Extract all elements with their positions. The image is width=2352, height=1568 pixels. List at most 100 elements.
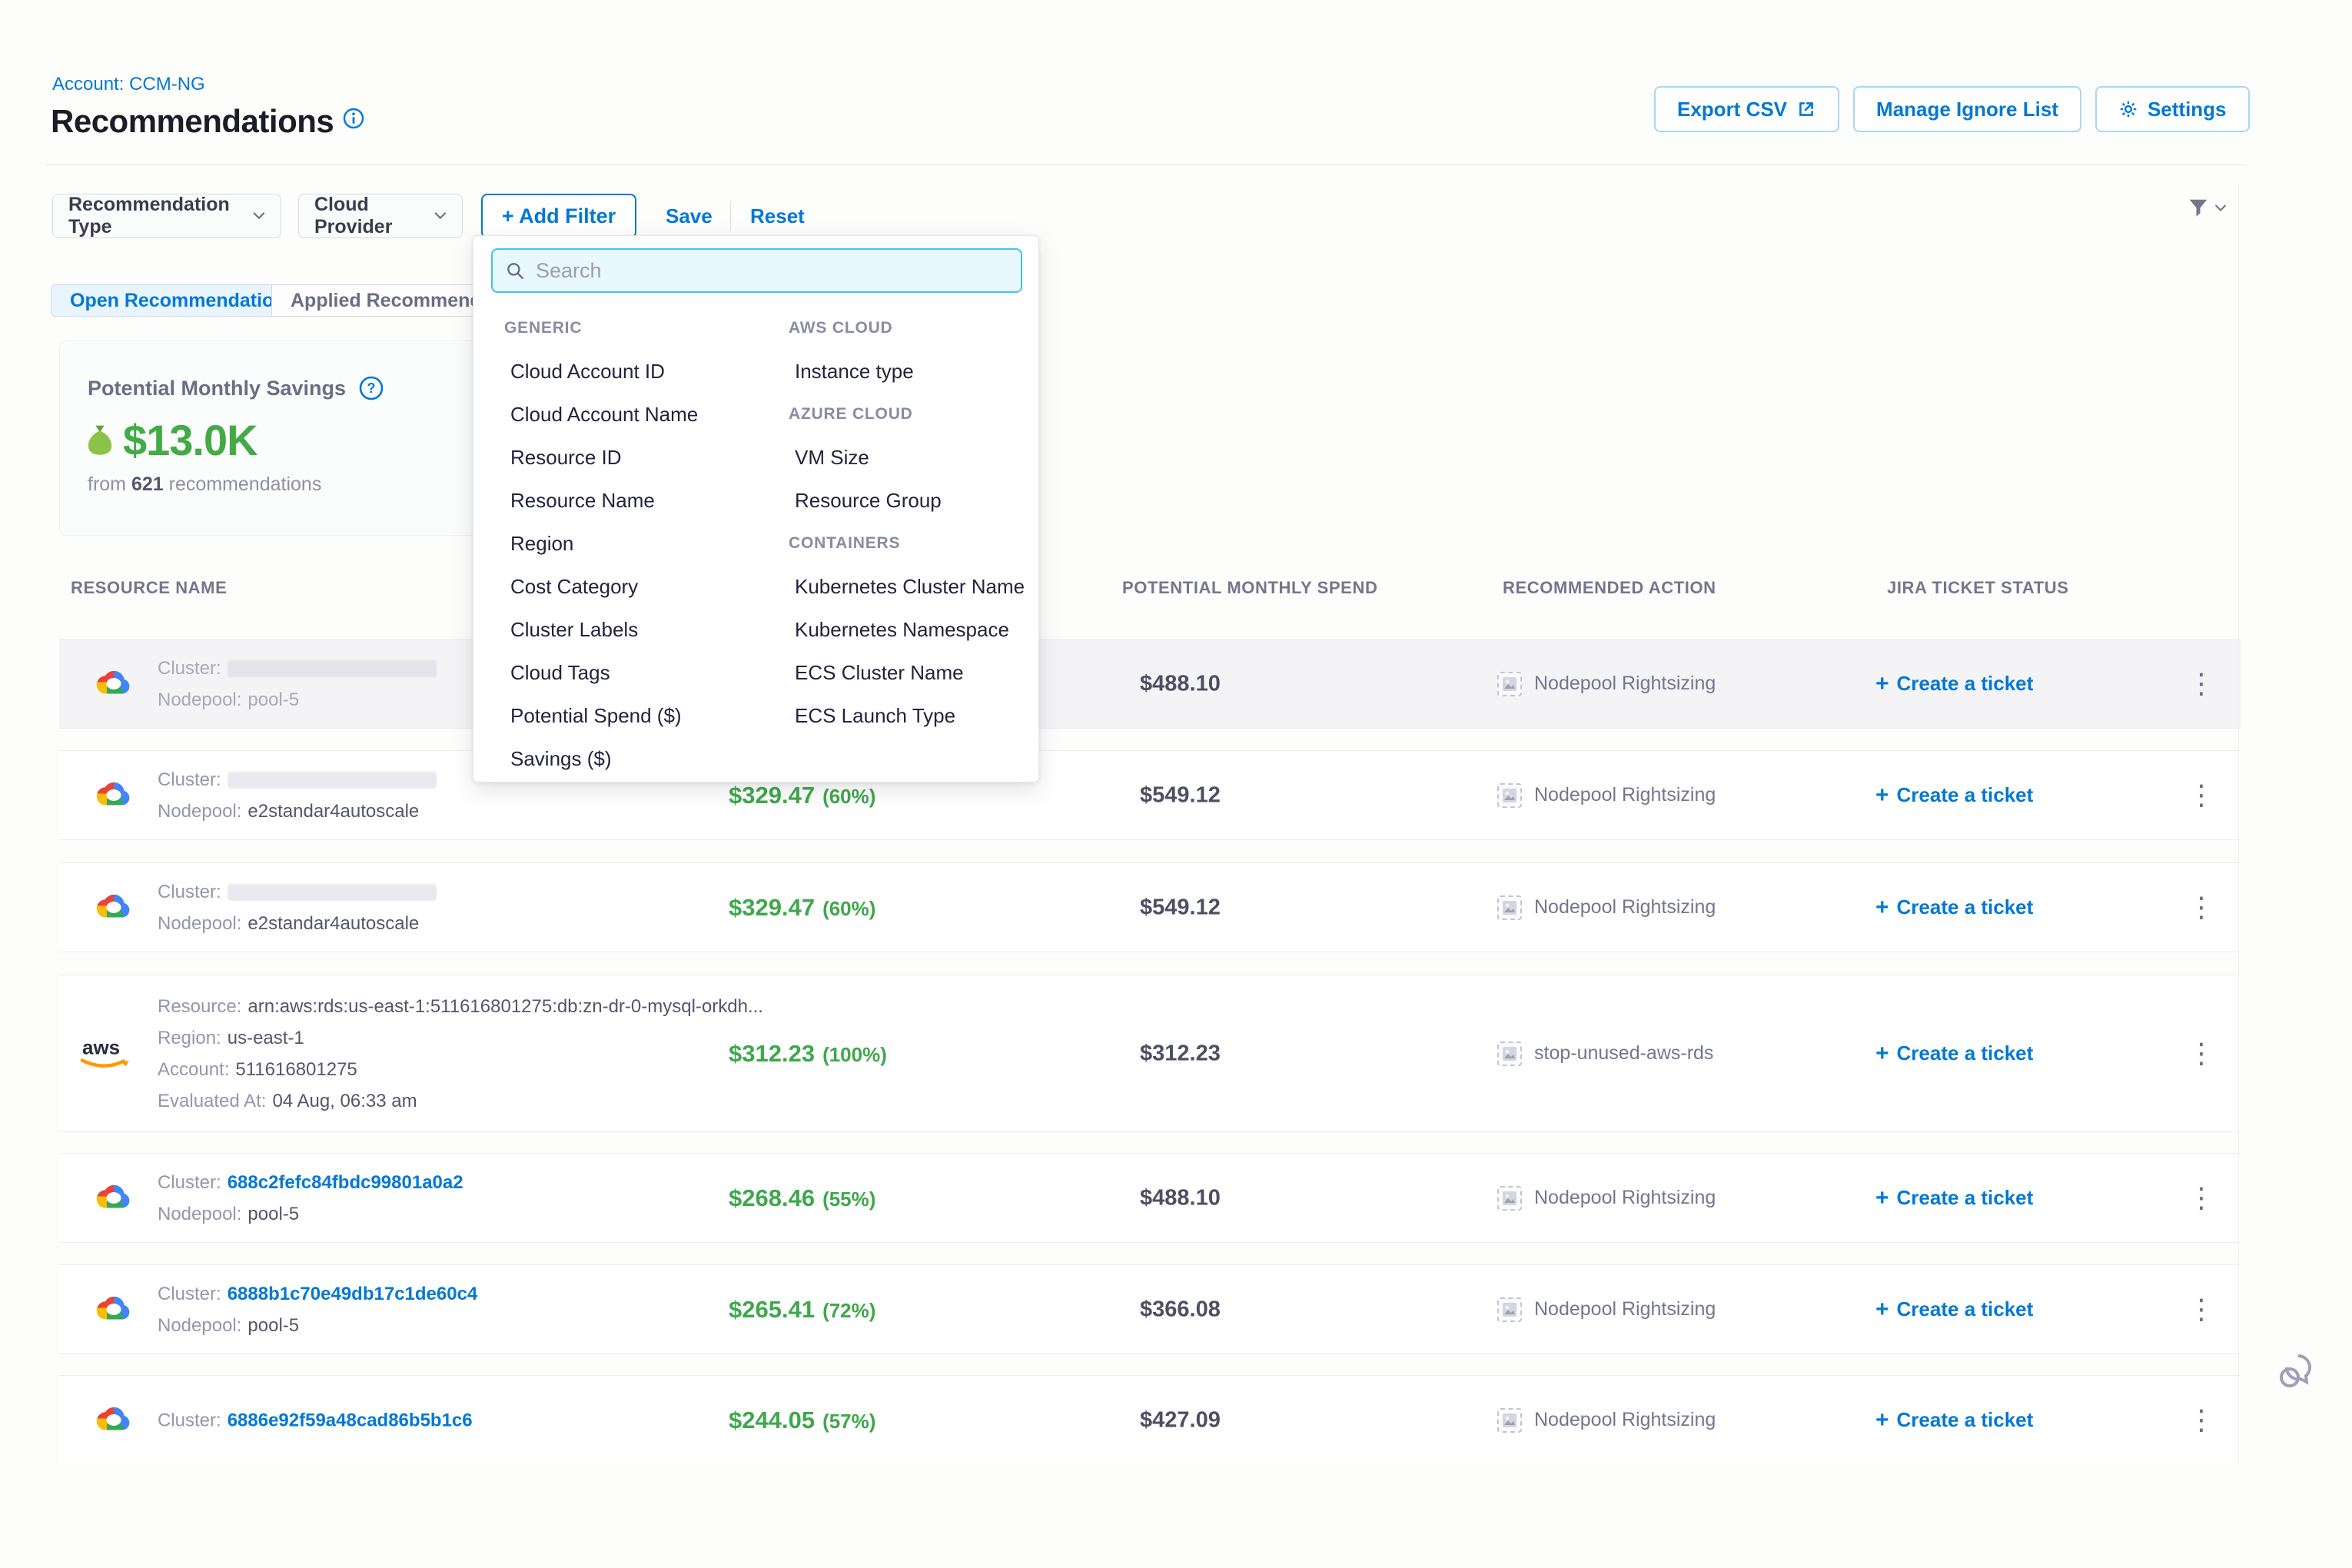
dropdown-search[interactable] bbox=[491, 248, 1022, 293]
table-row: Cluster: 6886e92f59a48cad86b5b1c6 $244.05… bbox=[59, 1375, 2241, 1464]
dropdown-filter-option[interactable]: Cloud Account Name bbox=[504, 403, 698, 427]
resource-name-cell: Cluster:Nodepool:e2standar4autoscale bbox=[158, 764, 437, 827]
create-ticket-link[interactable]: + Create a ticket bbox=[1875, 1185, 2033, 1211]
info-icon[interactable] bbox=[343, 108, 364, 129]
recommended-action-cell: Nodepool Rightsizing bbox=[1497, 1186, 1716, 1211]
search-input[interactable] bbox=[536, 259, 1008, 283]
dropdown-filter-option[interactable]: Cloud Tags bbox=[504, 661, 610, 685]
row-menu-icon[interactable]: ⋮ bbox=[2188, 1038, 2215, 1069]
monthly-savings-value: $265.41(72%) bbox=[729, 1296, 875, 1324]
action-source-icon bbox=[1497, 672, 1522, 696]
monthly-savings-value: $244.05(57%) bbox=[729, 1407, 875, 1434]
monthly-spend-value: $488.10 bbox=[1140, 671, 1221, 696]
resource-line-value: e2standar4autoscale bbox=[247, 913, 419, 934]
manage-ignore-list-button[interactable]: Manage Ignore List bbox=[1853, 86, 2081, 132]
dropdown-filter-option[interactable]: Kubernetes Namespace bbox=[789, 618, 1009, 642]
create-ticket-link[interactable]: + Create a ticket bbox=[1875, 1041, 2033, 1067]
savings-card-title: Potential Monthly Savings bbox=[88, 377, 346, 400]
support-chat-icon[interactable] bbox=[2274, 1345, 2323, 1398]
resource-line-label: Account: bbox=[158, 1059, 229, 1080]
row-menu-icon[interactable]: ⋮ bbox=[2188, 779, 2215, 811]
recommendation-type-filter[interactable]: Recommendation Type bbox=[52, 194, 281, 238]
redacted-value bbox=[228, 884, 437, 901]
dropdown-filter-option[interactable]: Resource ID bbox=[504, 446, 622, 470]
reset-filter-button[interactable]: Reset bbox=[750, 194, 805, 238]
dropdown-filter-option[interactable]: Instance type bbox=[789, 360, 914, 384]
dropdown-filter-option[interactable]: Resource Group bbox=[789, 489, 942, 513]
filter-panel-toggle[interactable] bbox=[2187, 197, 2227, 220]
settings-button[interactable]: Settings bbox=[2095, 86, 2250, 132]
recommended-action-cell: Nodepool Rightsizing bbox=[1497, 895, 1716, 920]
resource-line-label: Cluster: bbox=[158, 1410, 221, 1430]
row-menu-icon[interactable]: ⋮ bbox=[2188, 668, 2215, 699]
table-row: Cluster:Nodepool:e2standar4autoscale $32… bbox=[59, 750, 2241, 840]
resource-line-label: Nodepool: bbox=[158, 1315, 241, 1336]
help-icon[interactable]: ? bbox=[358, 375, 384, 401]
resource-line-value: pool-5 bbox=[247, 1315, 299, 1336]
create-ticket-link[interactable]: + Create a ticket bbox=[1875, 895, 2033, 921]
chevron-down-icon bbox=[253, 211, 265, 221]
dropdown-filter-option[interactable]: Potential Spend ($) bbox=[504, 704, 682, 728]
savings-amount: $13.0K bbox=[123, 415, 257, 465]
action-source-icon bbox=[1497, 1297, 1522, 1322]
recommended-action-cell: Nodepool Rightsizing bbox=[1497, 672, 1716, 696]
action-source-icon bbox=[1497, 895, 1522, 920]
page-title: Recommendations bbox=[51, 103, 334, 140]
create-ticket-link[interactable]: + Create a ticket bbox=[1875, 782, 2033, 809]
resource-line-label: Cluster: bbox=[158, 882, 221, 902]
create-ticket-link[interactable]: + Create a ticket bbox=[1875, 1297, 2033, 1323]
cluster-link[interactable]: 688c2fefc84fbdc99801a0a2 bbox=[228, 1172, 463, 1193]
col-header-jira-ticket-status: JIRA TICKET STATUS bbox=[1887, 578, 2069, 598]
resource-line-label: Cluster: bbox=[158, 769, 221, 790]
create-ticket-link[interactable]: + Create a ticket bbox=[1875, 671, 2033, 697]
dropdown-filter-option[interactable]: Cost Category bbox=[504, 575, 638, 599]
dropdown-filter-option[interactable]: Cloud Account ID bbox=[504, 360, 665, 384]
recommended-action-label: stop-unused-aws-rds bbox=[1534, 1042, 1713, 1065]
cloud-provider-icon bbox=[96, 1182, 131, 1214]
create-ticket-link[interactable]: + Create a ticket bbox=[1875, 1407, 2033, 1433]
dropdown-filter-option[interactable]: Savings ($) bbox=[504, 747, 612, 771]
cluster-link[interactable]: 6888b1c70e49db17c1de60c4 bbox=[228, 1284, 478, 1304]
cloud-provider-filter[interactable]: Cloud Provider bbox=[298, 194, 463, 238]
resource-name-cell: Cluster:Nodepool:e2standar4autoscale bbox=[158, 876, 437, 939]
row-menu-icon[interactable]: ⋮ bbox=[2188, 1294, 2215, 1325]
col-header-resource-name: RESOURCE NAME bbox=[71, 578, 227, 598]
recommendations-page: Account: CCM-NG Recommendations Export C… bbox=[0, 0, 2352, 1568]
export-csv-button[interactable]: Export CSV bbox=[1654, 86, 1839, 132]
dropdown-group-heading: AZURE CLOUD bbox=[789, 405, 913, 424]
dropdown-filter-option[interactable]: Region bbox=[504, 532, 573, 556]
recommended-action-cell: Nodepool Rightsizing bbox=[1497, 783, 1716, 808]
cluster-link[interactable]: 6886e92f59a48cad86b5b1c6 bbox=[228, 1410, 473, 1430]
add-filter-button[interactable]: + Add Filter bbox=[481, 194, 636, 238]
resource-line-label: Cluster: bbox=[158, 1284, 221, 1304]
dropdown-filter-option[interactable]: Resource Name bbox=[504, 489, 655, 513]
redacted-value bbox=[228, 660, 437, 677]
dropdown-column-cloud: AWS CLOUDInstance typeAZURE CLOUDVM Size… bbox=[789, 307, 1054, 737]
cloud-provider-icon bbox=[96, 892, 131, 923]
potential-savings-card: Potential Monthly Savings ? $13.0K from … bbox=[59, 341, 483, 536]
row-menu-icon[interactable]: ⋮ bbox=[2188, 892, 2215, 923]
action-source-icon bbox=[1497, 1186, 1522, 1211]
resource-line-label: Nodepool: bbox=[158, 689, 241, 710]
row-menu-icon[interactable]: ⋮ bbox=[2188, 1404, 2215, 1436]
save-filter-button[interactable]: Save bbox=[666, 194, 713, 238]
action-source-icon bbox=[1497, 1408, 1522, 1433]
chevron-down-icon bbox=[434, 211, 447, 221]
row-menu-icon[interactable]: ⋮ bbox=[2188, 1182, 2215, 1214]
recommendation-count: 621 bbox=[131, 473, 164, 495]
action-source-icon bbox=[1497, 1041, 1522, 1066]
cloud-provider-icon bbox=[96, 668, 131, 699]
monthly-savings-value: $329.47(60%) bbox=[729, 894, 875, 922]
dropdown-filter-option[interactable]: VM Size bbox=[789, 446, 869, 470]
dropdown-group-heading: GENERIC bbox=[504, 319, 582, 337]
resource-line-label: Cluster: bbox=[158, 1172, 221, 1193]
cloud-provider-icon bbox=[96, 1294, 131, 1325]
resource-line-value: 511616801275 bbox=[235, 1059, 357, 1080]
dropdown-filter-option[interactable]: Kubernetes Cluster Name bbox=[789, 575, 1025, 599]
tab-open-recommendations[interactable]: Open Recommendations bbox=[51, 284, 272, 317]
dropdown-filter-option[interactable]: ECS Launch Type bbox=[789, 704, 955, 728]
dropdown-group-heading: CONTAINERS bbox=[789, 534, 900, 553]
dropdown-filter-option[interactable]: ECS Cluster Name bbox=[789, 661, 964, 685]
account-breadcrumb[interactable]: Account: CCM-NG bbox=[52, 74, 205, 95]
dropdown-filter-option[interactable]: Cluster Labels bbox=[504, 618, 638, 642]
